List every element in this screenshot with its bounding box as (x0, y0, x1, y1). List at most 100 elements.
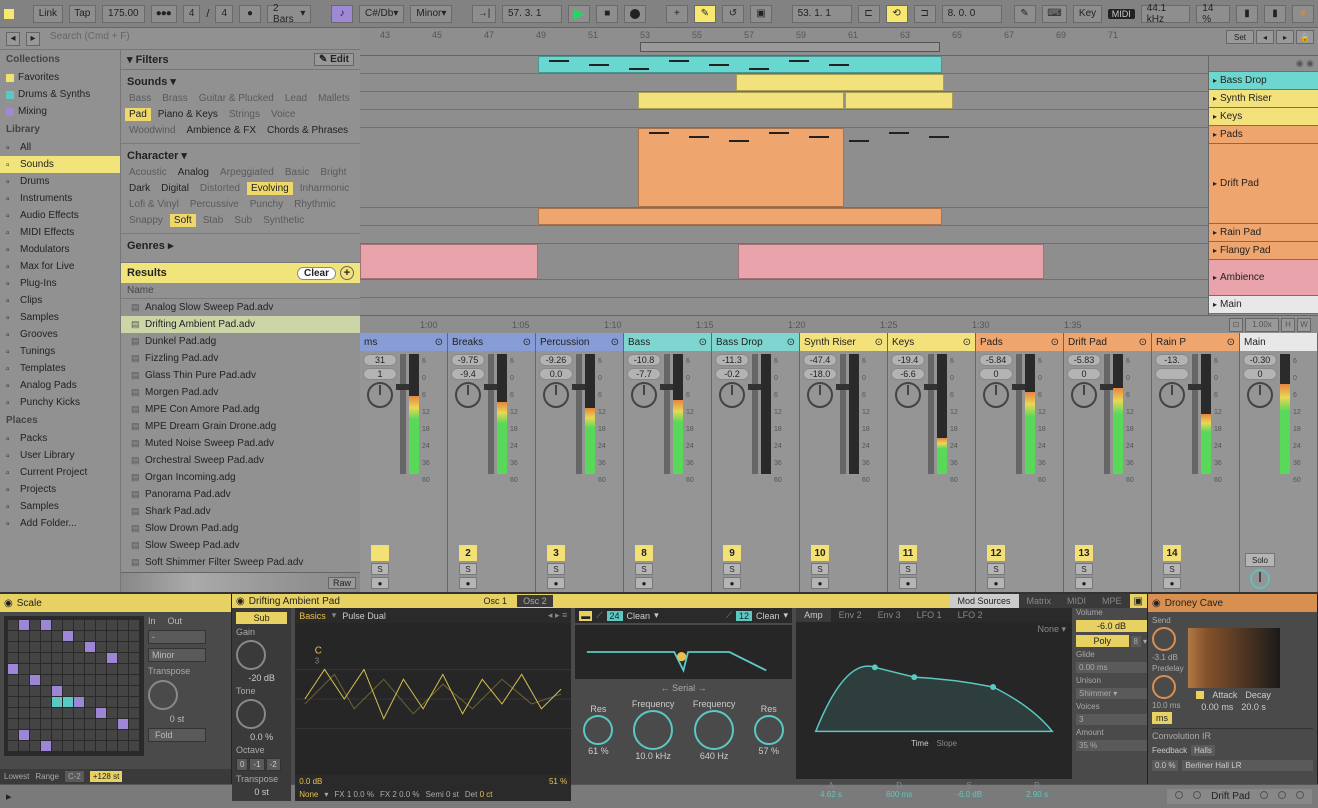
mixer-track-header[interactable]: Breaks⊙ (448, 333, 535, 351)
track-expand-icon[interactable]: ⊙ (611, 337, 619, 348)
places-item[interactable]: ▫Samples (0, 498, 120, 515)
res1-knob[interactable] (583, 715, 613, 745)
device-power-icon[interactable]: ◉ (236, 596, 245, 607)
volume-fader[interactable] (1104, 354, 1110, 474)
track-row[interactable] (360, 208, 1208, 226)
filter-tag[interactable]: Stab (199, 214, 228, 227)
track-row[interactable] (360, 226, 1208, 244)
key-root[interactable]: C#/Db ▾ (359, 5, 404, 23)
gain-value[interactable]: -0.2 (715, 368, 749, 380)
filter-tag[interactable]: Synthetic (259, 214, 308, 227)
arm-button[interactable]: ● (371, 577, 389, 589)
filter-tag[interactable]: Acoustic (125, 166, 171, 179)
clear-filters-button[interactable]: Clear (297, 267, 336, 280)
set-marker-button[interactable]: Set (1226, 30, 1254, 44)
track-fold-icon[interactable]: ▸ (1213, 273, 1217, 282)
library-item[interactable]: ▫Tunings (0, 343, 120, 360)
places-item[interactable]: ▫Add Folder... (0, 515, 120, 532)
filter-tag[interactable]: Bright (316, 166, 350, 179)
library-item[interactable]: ▫Clips (0, 292, 120, 309)
ms-button[interactable]: ms (1152, 712, 1172, 724)
solo-button[interactable]: S (1163, 563, 1181, 575)
clip[interactable] (736, 74, 944, 91)
track-expand-icon[interactable]: ⊙ (963, 337, 971, 348)
result-item[interactable]: Fizzling Pad.adv (121, 350, 360, 367)
track-row[interactable] (360, 280, 1208, 298)
draw-mode-icon[interactable]: ✎ (1014, 5, 1036, 23)
track-expand-icon[interactable]: ⊙ (1227, 337, 1235, 348)
volume-fader[interactable] (1016, 354, 1022, 474)
result-item[interactable]: Soft Shimmer Filter Sweep Pad.adv (121, 554, 360, 571)
voices-value[interactable]: 3 (1076, 714, 1147, 725)
solo-button[interactable]: S (987, 563, 1005, 575)
volume-fader[interactable] (664, 354, 670, 474)
arm-button[interactable]: ● (459, 577, 477, 589)
track-row[interactable] (360, 92, 1208, 110)
character-filter-title[interactable]: Character ▾ (125, 147, 356, 166)
track-header[interactable]: ▸Flangy Pad (1209, 242, 1318, 260)
track-fold-icon[interactable]: ▸ (1213, 300, 1217, 309)
view-lines-icon[interactable]: ≡ (1292, 5, 1314, 23)
loop-brace[interactable] (640, 42, 940, 52)
tap-button[interactable]: Tap (69, 5, 96, 23)
device-power-icon[interactable]: ◉ (1152, 598, 1161, 609)
result-item[interactable]: Orchestral Sweep Pad.adv (121, 452, 360, 469)
track-expand-icon[interactable]: ⊙ (1139, 337, 1147, 348)
follow-icon[interactable]: →| (472, 5, 496, 23)
collection-item[interactable]: Drums & Synths (0, 86, 120, 103)
track-expand-icon[interactable]: ⊙ (1051, 337, 1059, 348)
arm-button[interactable]: ● (1163, 577, 1181, 589)
gain-value[interactable]: -18.0 (803, 368, 837, 380)
record-button[interactable] (624, 5, 646, 23)
filter-tag[interactable]: Inharmonic (296, 182, 353, 195)
mixer-track-header[interactable]: Keys⊙ (888, 333, 975, 351)
metronome-toggle[interactable]: ● (239, 5, 261, 23)
search-input[interactable]: Search (Cmd + F) (46, 31, 354, 47)
track-fold-icon[interactable]: ▸ (1213, 130, 1217, 139)
result-item[interactable]: Dunkel Pad.adg (121, 333, 360, 350)
pan-knob[interactable] (1159, 382, 1185, 408)
automation-arm-icon[interactable]: ✎ (694, 5, 716, 23)
solo-button[interactable]: S (371, 563, 389, 575)
scale-aware-icon[interactable]: ♪ (331, 5, 353, 23)
adsr-param[interactable]: D600 ms (886, 781, 912, 799)
volume-fader[interactable] (752, 354, 758, 474)
filter1-slope[interactable]: 24 (607, 611, 623, 621)
browser-back-button[interactable]: ◂ (6, 32, 20, 46)
track-header[interactable]: ▸Drift Pad (1209, 144, 1318, 224)
library-item[interactable]: ▫Drums (0, 173, 120, 190)
sample-rate[interactable]: 44.1 kHz (1141, 5, 1191, 23)
reenable-icon[interactable]: ↺ (722, 5, 744, 23)
raw-button[interactable]: Raw (328, 577, 356, 589)
tracks-area[interactable] (360, 56, 1208, 315)
adsr-param[interactable]: R2.90 s (1026, 781, 1048, 799)
arm-button[interactable]: ● (723, 577, 741, 589)
track-activator[interactable]: 3 (547, 545, 565, 561)
add-filter-button[interactable]: + (340, 266, 354, 280)
track-header[interactable]: ▸Synth Riser (1209, 90, 1318, 108)
track-row[interactable] (360, 56, 1208, 74)
mixer-track-header[interactable]: ms⊙ (360, 333, 447, 351)
filter-tag[interactable]: Chords & Phrases (263, 124, 352, 137)
freq1-knob[interactable] (633, 710, 673, 750)
track-activator[interactable]: 13 (1075, 545, 1093, 561)
tempo-field[interactable]: 175.00 (102, 5, 145, 23)
library-item[interactable]: ▫Sounds (0, 156, 120, 173)
library-item[interactable]: ▫MIDI Effects (0, 224, 120, 241)
gain-value[interactable] (1155, 368, 1189, 380)
filter-tag[interactable]: Piano & Keys (154, 108, 222, 121)
library-item[interactable]: ▫Punchy Kicks (0, 394, 120, 411)
pan-knob[interactable] (719, 382, 745, 408)
volume-fader[interactable] (928, 354, 934, 474)
track-fold-icon[interactable]: ▸ (1213, 228, 1217, 237)
track-expand-icon[interactable]: ⊙ (875, 337, 883, 348)
library-item[interactable]: ▫Audio Effects (0, 207, 120, 224)
library-item[interactable]: ▫Templates (0, 360, 120, 377)
clip[interactable] (360, 244, 538, 279)
amount-value[interactable]: 35 % (1076, 740, 1147, 751)
result-item[interactable]: Slow Sweep Pad.adv (121, 537, 360, 554)
track-expand-icon[interactable]: ⊙ (787, 337, 795, 348)
mod-source[interactable]: None (299, 790, 318, 799)
lowest-value[interactable]: C-2 (65, 771, 84, 782)
track-header[interactable]: ▸Keys (1209, 108, 1318, 126)
